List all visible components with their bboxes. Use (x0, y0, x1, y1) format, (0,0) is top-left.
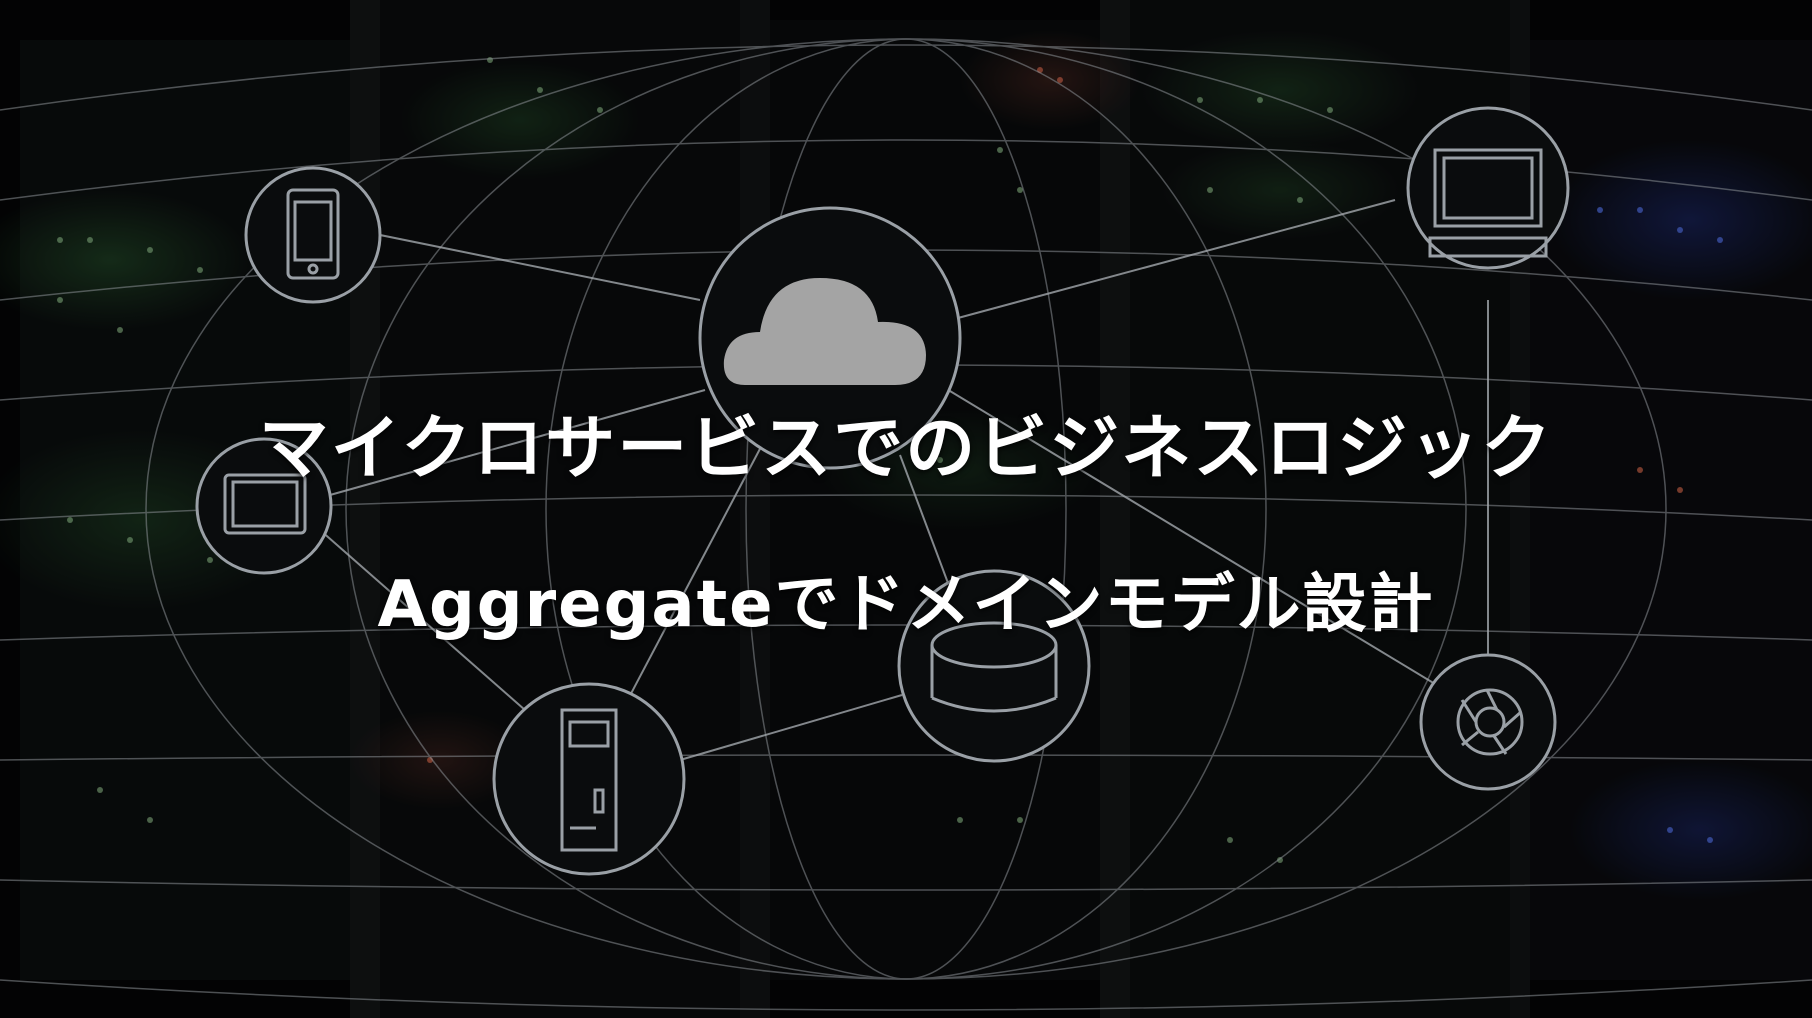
server-tower-icon (492, 682, 686, 876)
camera-aperture-icon (1419, 653, 1557, 791)
tablet-icon (195, 437, 333, 575)
desktop-monitor-icon (1406, 106, 1570, 270)
cloud-icon (698, 206, 962, 470)
network-nodes (195, 106, 1570, 876)
database-icon (897, 569, 1091, 763)
smartphone-icon (244, 166, 382, 304)
hero-banner: マイクロサービスでのビジネスロジック Aggregateでドメインモデル設計 (0, 0, 1812, 1018)
